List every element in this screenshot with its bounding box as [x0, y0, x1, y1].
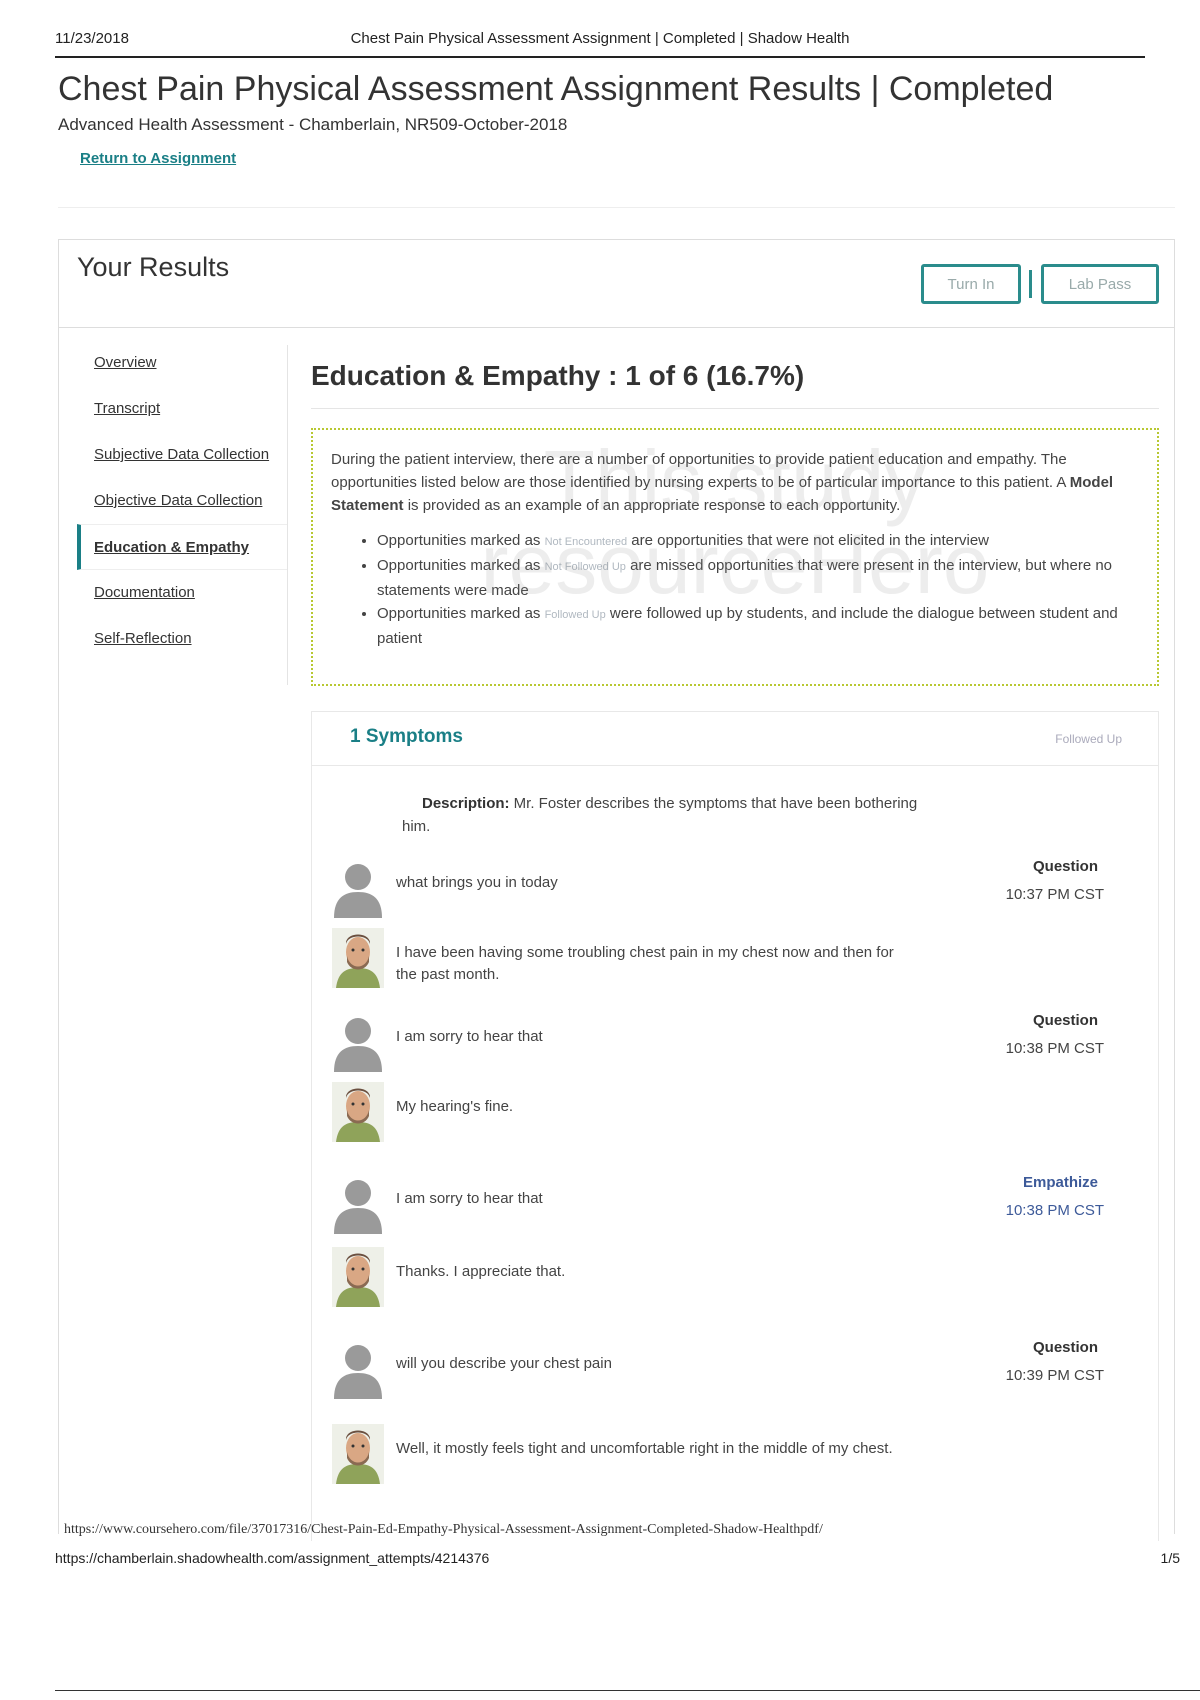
symptom-header[interactable]: 1 Symptoms Followed Up [312, 712, 1158, 766]
message-time: 10:37 PM CST [1005, 886, 1104, 903]
status-tag: Not Encountered [544, 536, 628, 548]
sidebar-item-transcript[interactable]: Transcript [77, 386, 287, 432]
sidebar-item-objective-data-collection[interactable]: Objective Data Collection [77, 478, 287, 524]
message-text: I am sorry to hear that [396, 1028, 543, 1045]
intro-paragraph: During the patient interview, there are … [331, 451, 1114, 514]
divider [55, 1690, 1200, 1691]
status-badge: Followed Up [1055, 732, 1122, 746]
student-avatar-icon [334, 1018, 382, 1072]
sidebar-item-self-reflection[interactable]: Self-Reflection [77, 616, 287, 662]
print-doc-title: Chest Pain Physical Assessment Assignmen… [350, 30, 850, 47]
symptom-description: Description: Mr. Foster describes the sy… [402, 795, 918, 835]
patient-avatar-icon [332, 1082, 384, 1142]
sidebar-item-overview[interactable]: Overview [77, 340, 287, 386]
status-tag: Followed Up [544, 609, 606, 621]
source-url: https://www.coursehero.com/file/37017316… [64, 1522, 823, 1537]
message-type: Question [1032, 1339, 1098, 1356]
message-type: Question [1032, 1012, 1098, 1029]
lab-pass-button[interactable]: Lab Pass [1041, 264, 1159, 304]
transcript-message: I am sorry to hear that Empathize 10:38 … [332, 1174, 1132, 1236]
message-text: I have been having some troubling chest … [396, 944, 894, 983]
list-item: Opportunities marked as Not Followed Up … [377, 554, 1139, 602]
student-avatar-icon [334, 1345, 382, 1399]
list-item: Opportunities marked as Not Encountered … [377, 529, 1139, 554]
transcript-message: Well, it mostly feels tight and uncomfor… [332, 1424, 1132, 1486]
message-text: Thanks. I appreciate that. [396, 1263, 566, 1280]
transcript-message: My hearing's fine. [332, 1082, 1132, 1144]
print-header: 11/23/2018 Chest Pain Physical Assessmen… [55, 30, 1145, 58]
symptom-card: 1 Symptoms Followed Up Description: Mr. … [311, 711, 1159, 1541]
patient-avatar-icon [332, 1424, 384, 1484]
message-text: will you describe your chest pain [396, 1355, 612, 1372]
message-type: Empathize [1022, 1174, 1098, 1191]
message-time: 10:38 PM CST [1005, 1040, 1104, 1057]
student-avatar-icon [334, 1180, 382, 1234]
button-separator [1029, 270, 1032, 298]
message-text: Well, it mostly feels tight and uncomfor… [396, 1440, 893, 1457]
sidebar-item-subjective-data-collection[interactable]: Subjective Data Collection [77, 432, 287, 478]
message-type: Question [1032, 858, 1098, 875]
section-divider [311, 408, 1159, 409]
page-title: Chest Pain Physical Assessment Assignmen… [58, 70, 1054, 108]
transcript-message: what brings you in today Question 10:37 … [332, 858, 1132, 920]
sidebar-item-documentation[interactable]: Documentation [77, 570, 287, 616]
message-time: 10:38 PM CST [1005, 1202, 1104, 1219]
transcript-message: I have been having some troubling chest … [332, 928, 1132, 990]
patient-avatar-icon [332, 928, 384, 988]
return-to-assignment-link[interactable]: Return to Assignment [80, 150, 236, 167]
turn-in-button[interactable]: Turn In [921, 264, 1021, 304]
course-name: Advanced Health Assessment - Chamberlain… [58, 115, 568, 134]
message-text: what brings you in today [396, 874, 558, 891]
message-text: I am sorry to hear that [396, 1190, 543, 1207]
status-tag: Not Followed Up [544, 561, 626, 573]
list-item: Opportunities marked as Followed Up were… [377, 602, 1139, 650]
transcript-message: I am sorry to hear that Question 10:38 P… [332, 1012, 1132, 1074]
sidebar-divider [287, 345, 288, 685]
page-number: 1/5 [1160, 1550, 1180, 1566]
patient-avatar-icon [332, 1247, 384, 1307]
results-header: Your Results Turn In Lab Pass [59, 240, 1174, 328]
sidebar-item-education-empathy[interactable]: Education & Empathy [77, 524, 287, 570]
results-title: Your Results [77, 252, 230, 282]
student-avatar-icon [334, 864, 382, 918]
transcript-message: will you describe your chest pain Questi… [332, 1339, 1132, 1401]
message-time: 10:39 PM CST [1005, 1367, 1104, 1384]
section-title: Education & Empathy : 1 of 6 (16.7%) [311, 360, 805, 391]
message-text: My hearing's fine. [396, 1098, 514, 1115]
status-legend-list: Opportunities marked as Not Encountered … [377, 529, 1139, 650]
transcript-message: Thanks. I appreciate that. [332, 1247, 1132, 1309]
symptom-name: 1 Symptoms [350, 726, 463, 747]
results-sidebar: Overview Transcript Subjective Data Coll… [77, 340, 287, 662]
info-box: During the patient interview, there are … [311, 428, 1159, 686]
divider [58, 207, 1175, 208]
results-panel: Your Results Turn In Lab Pass Overview T… [58, 239, 1175, 1541]
page-url: https://chamberlain.shadowhealth.com/ass… [55, 1550, 490, 1566]
